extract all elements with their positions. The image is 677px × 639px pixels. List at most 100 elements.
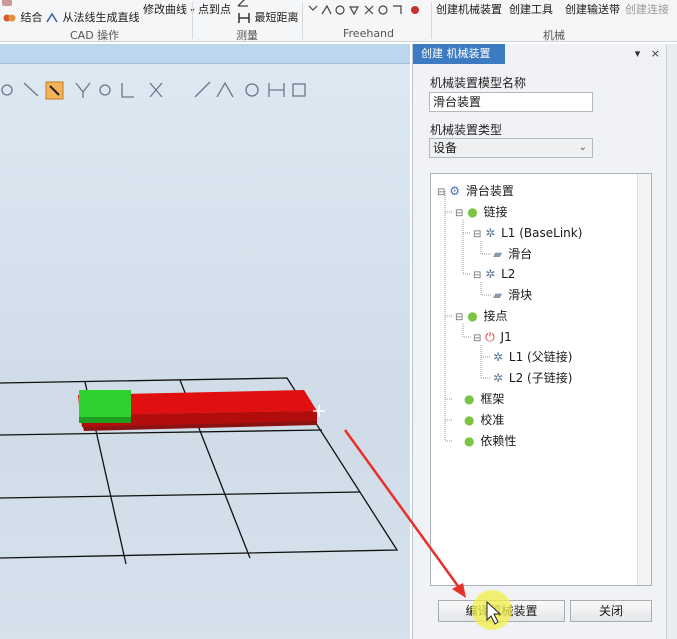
- freehand-group-label: Freehand: [343, 27, 395, 40]
- mechanism-type-label: 机械装置类型: [430, 123, 503, 137]
- snap-edge-icon: [23, 82, 39, 97]
- panel-tab[interactable]: 创建 机械装置: [413, 44, 505, 64]
- model-name-label: 机械装置模型名称: [430, 76, 527, 90]
- tree-node-label: 依赖性: [480, 434, 517, 448]
- tree-node-j1-parent[interactable]: ✲ L1 (父链接): [493, 348, 572, 366]
- freehand-icons: [308, 4, 419, 16]
- angle-icon: [237, 0, 248, 7]
- cad-group-label: CAD 操作: [70, 29, 120, 42]
- tree-node-label: J1: [500, 330, 512, 344]
- combine-icon: [3, 14, 16, 22]
- tree-node-label: L1 (BaseLink): [501, 226, 583, 240]
- record-icon: [411, 6, 419, 14]
- create-connection-button[interactable]: 创建连接: [625, 1, 669, 17]
- tree-node-links[interactable]: ⊟ ● 链接: [455, 203, 508, 221]
- jog-reorient-icon: [378, 5, 388, 15]
- create-mechanism-panel: 创建 机械装置 ▾ × 机械装置模型名称 滑台装置 机械装置类型 设备 ⌄ ⊟ …: [412, 44, 666, 639]
- slider-part-front: [79, 417, 131, 423]
- clipped-measure-button[interactable]: [237, 0, 249, 8]
- tree-node-label: 滑块: [508, 288, 533, 302]
- tree-node-label: 滑台装置: [465, 184, 514, 198]
- status-ok-icon: ●: [467, 205, 478, 219]
- link-gear-icon: ✲: [493, 350, 504, 364]
- close-button[interactable]: 关闭: [570, 600, 652, 622]
- create-mechanism-button[interactable]: 创建机械装置: [436, 1, 502, 17]
- shortest-distance-label: 最短距离: [254, 11, 299, 24]
- group-separator: [431, 2, 432, 39]
- line-from-normal-button[interactable]: 从法线生成直线: [45, 9, 140, 25]
- compile-mechanism-button[interactable]: 编译机械装置: [438, 600, 565, 622]
- ribbon-clipped-row: [2, 0, 12, 8]
- combine-label: 结合: [20, 11, 43, 24]
- tree-node-frame[interactable]: ● 框架: [464, 390, 504, 408]
- tree-node-l1[interactable]: ⊟ ✲ L1 (BaseLink): [473, 224, 582, 242]
- mechanism-model[interactable]: [72, 385, 328, 437]
- mechanism-group-label: 机械: [543, 29, 565, 42]
- status-ok-icon: ●: [467, 309, 478, 323]
- link-gear-icon: ✲: [485, 226, 496, 240]
- group-separator: [302, 2, 303, 39]
- line-from-normal-label: 从法线生成直线: [62, 11, 140, 24]
- select-icon: [335, 5, 345, 15]
- tree-scrollbar[interactable]: [637, 174, 651, 585]
- tree-node-label: 滑台: [508, 247, 533, 261]
- tree-node-l2-part[interactable]: ▰ 滑块: [493, 286, 532, 304]
- mechanism-tree[interactable]: ⊟ ⚙ 滑台装置 ⊟ ● 链接 ⊟ ✲ L1 (BaseLink) ▰ 滑台 ⊟…: [430, 173, 652, 586]
- snap-object-icon: [1, 84, 13, 96]
- pin-button[interactable]: ▾: [635, 47, 641, 60]
- measure-angle-icon: [216, 81, 234, 98]
- measure-line-icon: [194, 81, 211, 98]
- measure-hold-icon: [292, 83, 306, 97]
- tree-node-root[interactable]: ⊟ ⚙ 滑台装置: [437, 182, 514, 200]
- tree-node-label: 校准: [480, 413, 505, 427]
- snap-grid-icon: [149, 82, 163, 98]
- panel-controls: ▾ ×: [635, 47, 660, 60]
- link-gear-icon: ✲: [485, 267, 496, 281]
- create-tool-button[interactable]: 创建工具: [509, 1, 553, 17]
- grid-line: [0, 491, 361, 499]
- freehand-tools: [307, 3, 427, 20]
- modify-curve-button[interactable]: 修改曲线 ▾: [143, 1, 195, 17]
- tree-node-j1[interactable]: ⊟ ⏻ J1: [473, 328, 512, 346]
- chevron-down-icon: ⌄: [578, 142, 587, 153]
- tree-node-j1-child[interactable]: ✲ L2 (子链接): [493, 369, 572, 387]
- slider-part: [79, 390, 131, 421]
- point-to-point-button[interactable]: 点到点: [198, 1, 231, 17]
- mechanism-type-select[interactable]: 设备 ⌄: [429, 138, 593, 158]
- create-conveyor-button[interactable]: 创建输送带: [565, 1, 620, 17]
- part-icon: ▰: [493, 288, 503, 302]
- status-ok-icon: ●: [464, 392, 475, 406]
- group-separator: [192, 2, 193, 39]
- jog-icon: [348, 6, 360, 16]
- tree-node-dependency[interactable]: ● 依赖性: [464, 432, 516, 450]
- tree-node-label: L2 (子链接): [508, 371, 573, 385]
- tree-node-joints[interactable]: ⊟ ● 接点: [455, 307, 508, 325]
- tree-node-label: L1 (父链接): [508, 350, 573, 364]
- status-ok-icon: ●: [464, 413, 475, 427]
- shortest-distance-button[interactable]: 最短距离: [237, 9, 299, 25]
- viewport-toolbar: [1, 81, 306, 100]
- tree-node-l2[interactable]: ⊟ ✲ L2: [473, 265, 515, 283]
- snap-middle-icon: [75, 82, 91, 98]
- rotate-icon: [321, 4, 332, 15]
- tree-node-label: 链接: [483, 205, 508, 219]
- tree-node-l1-part[interactable]: ▰ 滑台: [493, 245, 532, 263]
- point-to-point-label: 点到点: [198, 3, 231, 16]
- combine-button[interactable]: 结合: [3, 9, 43, 25]
- link-gear-icon: ✲: [493, 371, 504, 385]
- tree-node-calibration[interactable]: ● 校准: [464, 411, 504, 429]
- viewport-tab-strip: [0, 44, 410, 64]
- model-name-input[interactable]: 滑台装置: [429, 92, 593, 112]
- modify-curve-label: 修改曲线: [143, 3, 187, 16]
- measure-distance-icon: [268, 83, 285, 97]
- tool-icon: [2, 0, 12, 6]
- ribbon: 结合 从法线生成直线 修改曲线 ▾ CAD 操作 点到点 最短距离 测量: [0, 0, 677, 42]
- normal-line-icon: [46, 12, 58, 23]
- mechanism-icon: ⚙: [449, 184, 460, 198]
- multi-robot-icon: [393, 5, 402, 14]
- part-icon: ▰: [493, 247, 503, 261]
- panel-close-button[interactable]: ×: [651, 47, 660, 60]
- jog-linear-icon: [364, 5, 374, 15]
- status-ok-icon: ●: [464, 434, 475, 448]
- snap-center-icon: [99, 84, 111, 96]
